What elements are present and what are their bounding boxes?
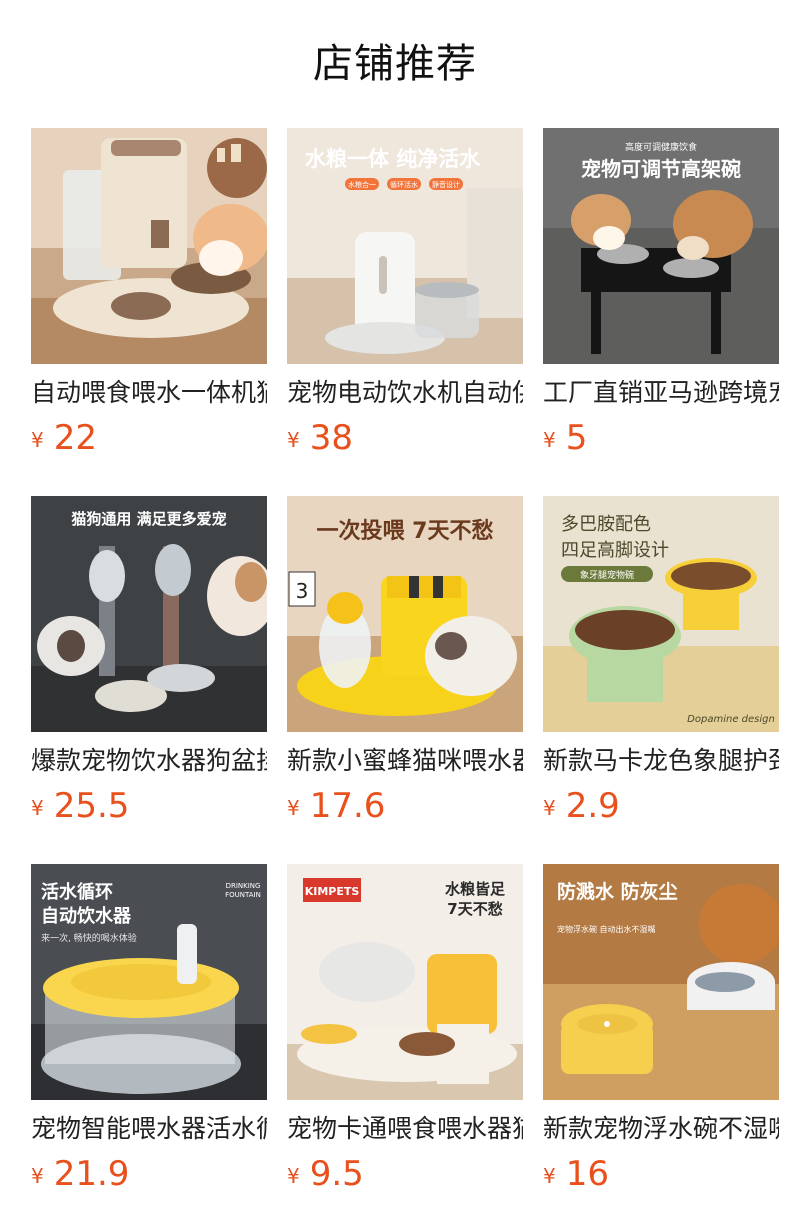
product-card[interactable]: 猫狗通用 满足更多爱宠 爆款宠物饮水器狗盆挂 ¥25.5	[31, 496, 267, 836]
image-line2: 7天不愁	[447, 900, 502, 918]
price-value: 2.9	[565, 786, 620, 826]
image-tag: 循环活水	[390, 180, 418, 189]
product-image[interactable]	[31, 128, 267, 364]
product-name[interactable]: 自动喂食喂水一体机猫	[31, 375, 267, 411]
product-price: ¥21.9	[31, 1152, 129, 1196]
image-tag: 象牙腿宠物碗	[580, 569, 634, 581]
product-price: ¥9.5	[287, 1152, 364, 1196]
product-price: ¥2.9	[543, 784, 620, 828]
product-card[interactable]: 多巴胺配色 四足高脚设计 象牙腿宠物碗 Dopamine design 新款马卡…	[543, 496, 779, 836]
image-sub: 宠物浮水碗 自动出水不湿嘴	[557, 924, 656, 934]
currency-symbol: ¥	[543, 428, 556, 452]
currency-symbol: ¥	[31, 796, 44, 820]
image-line1: 水粮皆足	[445, 880, 506, 898]
currency-symbol: ¥	[287, 1164, 300, 1188]
image-tag: 静音设计	[432, 180, 460, 189]
product-card[interactable]: 一次投喂 7天不愁 3 新款小蜜蜂猫咪喂水器 ¥17.6	[287, 496, 523, 836]
image-line1: 多巴胺配色	[561, 514, 651, 535]
image-headline: 水粮一体 纯净活水	[305, 147, 481, 171]
product-name[interactable]: 新款马卡龙色象腿护颈	[543, 743, 779, 779]
product-name[interactable]: 宠物智能喂水器活水循	[31, 1111, 267, 1147]
currency-symbol: ¥	[287, 428, 300, 452]
product-price: ¥25.5	[31, 784, 129, 828]
price-value: 38	[309, 418, 353, 458]
calendar-day: 3	[296, 579, 309, 603]
price-value: 25.5	[53, 786, 130, 826]
price-value: 22	[53, 418, 97, 458]
price-value: 5	[565, 418, 588, 458]
currency-symbol: ¥	[31, 428, 44, 452]
product-image[interactable]: 猫狗通用 满足更多爱宠	[31, 496, 267, 732]
product-card[interactable]: 活水循环 自动饮水器 来一次, 畅快的喝水体验 DRINKING FOUNTAI…	[31, 864, 267, 1204]
product-name[interactable]: 新款宠物浮水碗不湿嘴	[543, 1111, 779, 1147]
image-line2: 自动饮水器	[41, 905, 132, 927]
product-name[interactable]: 工厂直销亚马逊跨境宠	[543, 375, 779, 411]
product-image[interactable]: 活水循环 自动饮水器 来一次, 畅快的喝水体验 DRINKING FOUNTAI…	[31, 864, 267, 1100]
image-headline: 宠物可调节高架碗	[581, 157, 741, 181]
product-name[interactable]: 宠物卡通喂食喂水器猫	[287, 1111, 523, 1147]
product-name[interactable]: 爆款宠物饮水器狗盆挂	[31, 743, 267, 779]
product-image[interactable]: 高度可调健康饮食 宠物可调节高架碗	[543, 128, 779, 364]
image-headline: 一次投喂 7天不愁	[317, 518, 494, 544]
image-line2: 四足高脚设计	[561, 540, 669, 561]
image-tag: 水粮合一	[348, 180, 376, 189]
image-badge: FOUNTAIN	[225, 891, 261, 899]
product-image[interactable]: 防溅水 防灰尘 宠物浮水碗 自动出水不湿嘴	[543, 864, 779, 1100]
image-badge: DRINKING	[226, 882, 261, 890]
product-price: ¥16	[543, 1152, 609, 1196]
product-image[interactable]: KIMPETS 水粮皆足 7天不愁	[287, 864, 523, 1100]
page-title: 店铺推荐	[313, 41, 477, 87]
product-price: ¥22	[31, 416, 97, 460]
currency-symbol: ¥	[543, 796, 556, 820]
product-image[interactable]: 一次投喂 7天不愁 3	[287, 496, 523, 732]
product-card[interactable]: 自动喂食喂水一体机猫 ¥22	[31, 128, 267, 468]
product-image[interactable]: 水粮一体 纯净活水 水粮合一 循环活水 静音设计	[287, 128, 523, 364]
currency-symbol: ¥	[287, 796, 300, 820]
price-value: 16	[565, 1154, 609, 1194]
image-kicker: 高度可调健康饮食	[625, 141, 697, 153]
brand-logo: KIMPETS	[305, 885, 360, 898]
image-signature: Dopamine design	[687, 714, 775, 725]
product-card[interactable]: 水粮一体 纯净活水 水粮合一 循环活水 静音设计 宠物电动饮水机自动供 ¥38	[287, 128, 523, 468]
product-price: ¥5	[543, 416, 587, 460]
price-value: 17.6	[309, 786, 386, 826]
image-sub: 来一次, 畅快的喝水体验	[41, 932, 137, 944]
image-headline: 防溅水 防灰尘	[557, 880, 678, 903]
product-name[interactable]: 宠物电动饮水机自动供	[287, 375, 523, 411]
currency-symbol: ¥	[31, 1164, 44, 1188]
product-image[interactable]: 多巴胺配色 四足高脚设计 象牙腿宠物碗 Dopamine design	[543, 496, 779, 732]
product-name[interactable]: 新款小蜜蜂猫咪喂水器	[287, 743, 523, 779]
product-price: ¥38	[287, 416, 353, 460]
price-value: 21.9	[53, 1154, 130, 1194]
currency-symbol: ¥	[543, 1164, 556, 1188]
product-card[interactable]: 高度可调健康饮食 宠物可调节高架碗 工厂直销亚马逊跨境宠 ¥5	[543, 128, 779, 468]
image-headline: 猫狗通用 满足更多爱宠	[71, 510, 226, 528]
product-card[interactable]: 防溅水 防灰尘 宠物浮水碗 自动出水不湿嘴 新款宠物浮水碗不湿嘴 ¥16	[543, 864, 779, 1204]
product-price: ¥17.6	[287, 784, 385, 828]
image-line1: 活水循环	[41, 881, 113, 903]
product-card[interactable]: KIMPETS 水粮皆足 7天不愁 宠物卡通喂食喂水器猫 ¥9.5	[287, 864, 523, 1204]
price-value: 9.5	[309, 1154, 364, 1194]
